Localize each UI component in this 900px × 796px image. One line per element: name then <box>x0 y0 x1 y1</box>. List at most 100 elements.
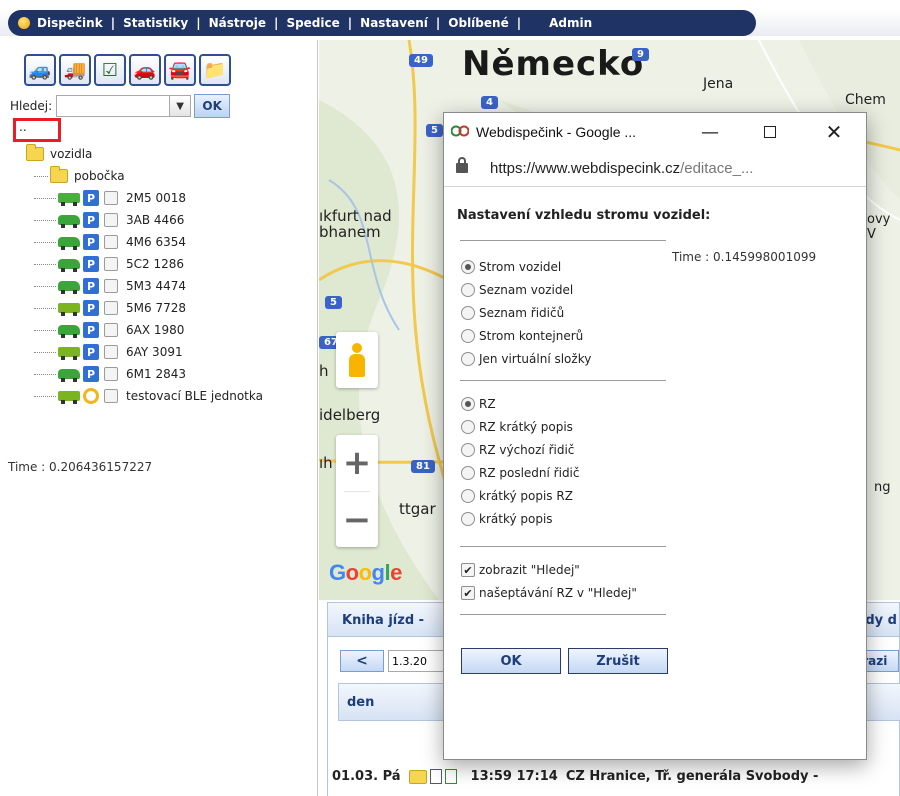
vehicle-checkbox[interactable] <box>104 213 118 227</box>
divider <box>460 240 666 241</box>
tree-vehicle-row[interactable]: P 6M1 2843 <box>34 364 186 384</box>
vehicle-checkbox[interactable] <box>104 279 118 293</box>
street-view-pegman-icon[interactable] <box>336 332 378 388</box>
map-country-label: Německo <box>462 44 645 84</box>
checkbox-toggle-icon[interactable]: ☑ <box>94 54 126 86</box>
previous-day-button[interactable]: < <box>340 650 384 672</box>
folder-icon <box>50 166 68 183</box>
vehicle-help-icon[interactable]: 🚚 <box>59 54 91 86</box>
chevron-down-icon[interactable]: ▼ <box>169 95 192 117</box>
option-label: Strom vozidel <box>479 260 562 274</box>
option-virtualni-slozky[interactable]: Jen virtuální složky <box>461 350 591 368</box>
tree-vehicle-row[interactable]: testovací BLE jednotka <box>34 386 263 406</box>
vehicle-plate: 6AX 1980 <box>126 323 185 337</box>
option-rz-vychozi-ridic[interactable]: RZ výchozí řidič <box>461 441 574 459</box>
popup-title: Webdispečink - Google ... <box>476 124 637 140</box>
option-rz[interactable]: RZ <box>461 395 496 413</box>
close-icon[interactable]: ✕ <box>820 119 848 145</box>
radio-button[interactable] <box>461 260 475 274</box>
tree-vehicle-row[interactable]: P 2M5 0018 <box>34 188 186 208</box>
tree-vehicle-row[interactable]: P 6AY 3091 <box>34 342 183 362</box>
google-logo[interactable]: Google <box>329 560 402 586</box>
option-strom-kontejneru[interactable]: Strom kontejnerů <box>461 327 583 345</box>
menu-item-admin[interactable]: Admin <box>547 16 594 30</box>
ok-button[interactable]: OK <box>461 648 561 674</box>
tree-vehicle-row[interactable]: P 4M6 6354 <box>34 232 186 252</box>
tree-vehicle-row[interactable]: P 5C2 1286 <box>34 254 184 274</box>
checkbox-zobrazit-hledej[interactable]: ✔ zobrazit "Hledej" <box>461 561 580 579</box>
tree-vehicle-row[interactable]: P 6AX 1980 <box>34 320 184 340</box>
option-kratky-popis[interactable]: krátký popis <box>461 510 553 528</box>
settings-title: Nastavení vzhledu stromu vozidel: <box>457 208 711 223</box>
vehicle-checkbox[interactable] <box>104 235 118 249</box>
parent-folder-link[interactable]: .. <box>13 118 61 142</box>
vehicle-car-icon[interactable]: 🚙 <box>24 54 56 86</box>
menu-item-nastroje[interactable]: Nástroje <box>207 16 268 30</box>
search-input[interactable] <box>56 95 170 117</box>
option-rz-posledni-ridic[interactable]: RZ poslední řidič <box>461 464 580 482</box>
column-day[interactable]: den <box>347 695 374 710</box>
option-seznam-ridicu[interactable]: Seznam řidičů <box>461 304 564 322</box>
tree-vehicle-row[interactable]: P 5M6 7728 <box>34 298 186 318</box>
zoom-in-button[interactable]: + <box>336 435 378 491</box>
vehicle-checkbox[interactable] <box>104 323 118 337</box>
tree-folder-vozidla[interactable]: vozidla <box>26 144 92 164</box>
radio-button[interactable] <box>461 397 475 411</box>
radio-button[interactable] <box>461 283 475 297</box>
menu-item-oblibene[interactable]: Oblíbené <box>446 16 510 30</box>
radio-button[interactable] <box>461 512 475 526</box>
checkbox-checked[interactable]: ✔ <box>461 586 475 600</box>
folder-icon[interactable] <box>408 769 427 784</box>
trip-log-title-right: dy d <box>865 613 897 628</box>
radio-button[interactable] <box>461 466 475 480</box>
menu-item-nastaveni[interactable]: Nastavení <box>358 16 430 30</box>
tree-vehicle-row[interactable]: P 5M3 4474 <box>34 276 186 296</box>
car-icon <box>58 237 80 250</box>
vehicle-checkbox[interactable] <box>104 191 118 205</box>
vehicle-checkbox[interactable] <box>104 257 118 271</box>
tree-folder-pobocka[interactable]: pobočka <box>34 166 125 186</box>
tree-vehicle-row[interactable]: P 3AB 4466 <box>34 210 184 230</box>
radio-button[interactable] <box>461 329 475 343</box>
road-shield: 49 <box>409 54 433 67</box>
url-host: https://www.webdispecink.cz <box>490 160 681 177</box>
vehicle-checkbox[interactable] <box>104 367 118 381</box>
option-rz-kratky-popis[interactable]: RZ krátký popis <box>461 418 573 436</box>
radio-button[interactable] <box>461 420 475 434</box>
radio-button[interactable] <box>461 443 475 457</box>
road-shield: 81 <box>411 460 435 473</box>
popup-titlebar[interactable]: Webdispečink - Google ... — ✕ <box>444 113 866 151</box>
row-address: CZ Hranice, Tř. generála Svobody - <box>565 769 819 784</box>
document-icon[interactable] <box>429 769 442 784</box>
cancel-button[interactable]: Zrušit <box>568 648 668 674</box>
search-ok-button[interactable]: OK <box>194 94 231 118</box>
menu-item-statistiky[interactable]: Statistiky <box>121 16 190 30</box>
maximize-button[interactable] <box>756 119 784 145</box>
option-strom-vozidel[interactable]: Strom vozidel <box>461 258 561 276</box>
tree-connector <box>34 351 56 353</box>
option-label: krátký popis <box>479 512 553 526</box>
option-seznam-vozidel[interactable]: Seznam vozidel <box>461 281 573 299</box>
minimize-button[interactable]: — <box>696 119 724 145</box>
map-city-label: ng <box>874 480 891 495</box>
vehicle-checkbox[interactable] <box>104 389 118 403</box>
radio-button[interactable] <box>461 352 475 366</box>
table-row[interactable]: 01.03. Pá 13:59 17:14 CZ Hranice, Tř. ge… <box>332 769 818 784</box>
parking-badge-icon: P <box>83 344 99 360</box>
checkbox-checked[interactable]: ✔ <box>461 563 475 577</box>
date-input[interactable] <box>388 650 446 672</box>
radio-button[interactable] <box>461 489 475 503</box>
new-folder-icon[interactable]: 📁 <box>199 54 231 86</box>
vehicle-checkbox[interactable] <box>104 301 118 315</box>
checkbox-naseptavani-rz[interactable]: ✔ našeptávání RZ v "Hledej" <box>461 584 637 602</box>
vehicle-checkbox[interactable] <box>104 345 118 359</box>
document-search-icon[interactable] <box>444 769 457 784</box>
radio-button[interactable] <box>461 306 475 320</box>
vehicle-refresh-icon[interactable]: 🚘 <box>164 54 196 86</box>
menu-item-spedice[interactable]: Spedice <box>284 16 341 30</box>
menu-item-dispecink[interactable]: Dispečink <box>35 16 105 30</box>
option-kratky-popis-rz[interactable]: krátký popis RZ <box>461 487 573 505</box>
vehicle-settings-icon[interactable]: 🚗 <box>129 54 161 86</box>
zoom-out-button[interactable]: − <box>336 492 378 548</box>
tree-toolbar: 🚙 🚚 ☑ 🚗 🚘 📁 <box>24 54 231 86</box>
